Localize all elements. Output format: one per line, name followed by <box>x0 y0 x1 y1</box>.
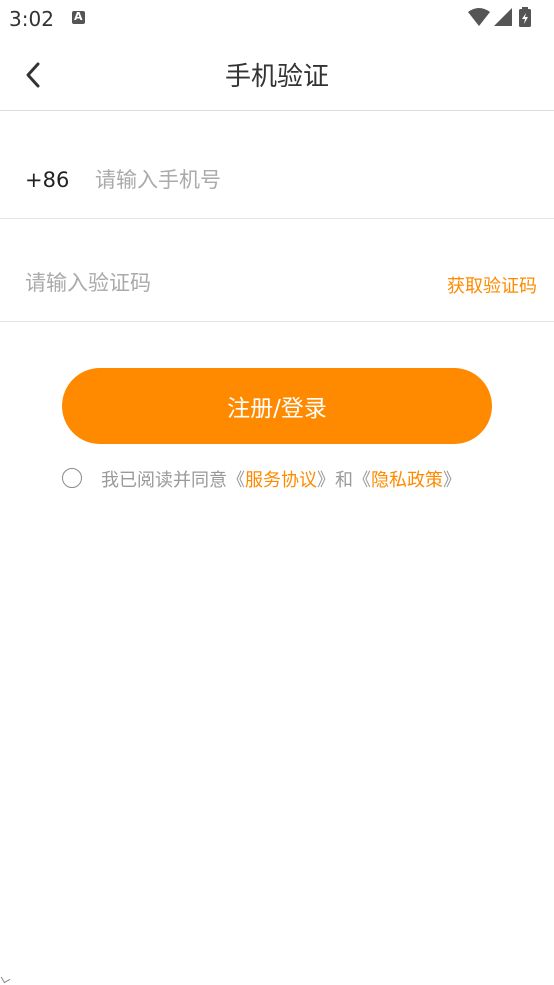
privacy-policy-link[interactable]: 隐私政策 <box>371 470 443 491</box>
status-bar: 3:02 <box>0 0 554 38</box>
a-notification-icon <box>72 10 85 24</box>
header-bar: 手机验证 <box>0 38 554 111</box>
page-title: 手机验证 <box>224 62 329 92</box>
bracket-open: 《 <box>353 470 371 491</box>
wifi-icon <box>468 8 490 26</box>
agreement-checkbox[interactable] <box>62 468 82 488</box>
signal-icon <box>494 8 512 26</box>
status-time: 3:02 <box>9 7 54 31</box>
phone-row: +86 <box>0 111 554 219</box>
country-code[interactable]: +86 <box>25 168 69 192</box>
bracket-close: 》 <box>443 470 461 491</box>
battery-icon <box>519 7 531 27</box>
corner-mark <box>0 973 11 984</box>
bracket-open: 《 <box>227 470 245 491</box>
status-icons <box>466 6 546 28</box>
register-login-button[interactable]: 注册/登录 <box>62 368 492 444</box>
agreement-prefix: 我已阅读并同意 <box>101 470 227 491</box>
code-row: 获取验证码 <box>0 219 554 322</box>
bracket-close: 》 <box>317 470 335 491</box>
phone-input[interactable] <box>95 163 515 197</box>
service-agreement-link[interactable]: 服务协议 <box>245 470 317 491</box>
agreement-and: 和 <box>335 470 353 491</box>
verification-code-input[interactable] <box>25 266 405 300</box>
agreement-text: 我已阅读并同意《服务协议》和《隐私政策》 <box>101 466 461 492</box>
get-code-button[interactable]: 获取验证码 <box>447 272 537 298</box>
